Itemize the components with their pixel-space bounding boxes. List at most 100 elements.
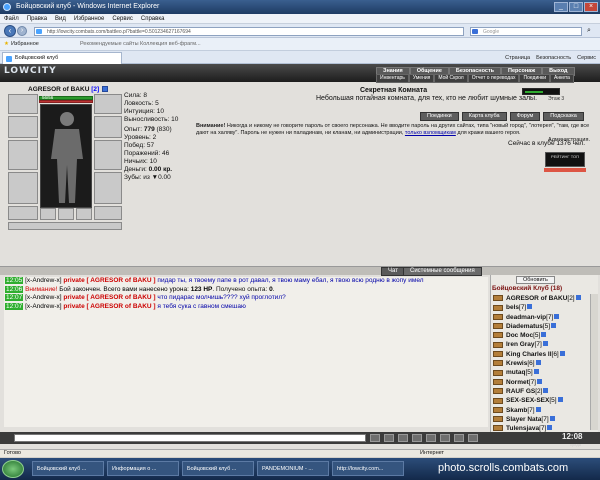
helmet-slot[interactable] xyxy=(8,94,38,114)
player-name[interactable]: Slayer Nata xyxy=(506,416,541,423)
earring-slot[interactable] xyxy=(8,116,38,138)
player-name[interactable]: bels xyxy=(506,304,519,311)
player-name[interactable]: mutaq xyxy=(506,369,526,376)
tab-chat[interactable]: Чат xyxy=(381,267,405,276)
weapon-slot[interactable] xyxy=(8,140,38,170)
tools-menu[interactable]: Сервис xyxy=(577,52,596,64)
sound-button[interactable] xyxy=(426,434,436,442)
player-list-item[interactable]: Slayer Nata[7] xyxy=(493,415,589,424)
forward-button[interactable]: › xyxy=(17,26,27,36)
exit-chat-button[interactable] xyxy=(468,434,478,442)
info-icon[interactable] xyxy=(101,86,108,93)
chat-time[interactable]: 12:05 xyxy=(5,277,24,284)
player-name[interactable]: SEX-SEX-SEX xyxy=(506,397,549,404)
gloves-slot[interactable] xyxy=(94,116,122,138)
chat-time[interactable]: 12:07 xyxy=(5,294,24,301)
page-menu[interactable]: Страница xyxy=(505,52,530,64)
subnav-profile[interactable]: Анкета xyxy=(549,74,574,83)
translit-button[interactable] xyxy=(440,434,450,442)
info-icon[interactable] xyxy=(554,313,560,319)
belt-slot[interactable] xyxy=(8,206,38,220)
belt-items-row[interactable] xyxy=(8,222,122,230)
forum-button[interactable]: Форум xyxy=(509,112,541,121)
player-list-item[interactable]: SEX-SEX-SEX[5] xyxy=(493,396,589,405)
player-list-item[interactable]: RAUF GS[2] xyxy=(493,387,589,396)
info-icon[interactable] xyxy=(533,369,539,375)
chat-time[interactable]: 12:06 xyxy=(5,285,24,293)
subnav-skills[interactable]: Умения xyxy=(408,74,435,83)
player-name[interactable]: Krewis xyxy=(506,360,527,367)
chat-input[interactable] xyxy=(14,434,366,442)
taskbar-item-3[interactable]: Бойцовский клуб ... xyxy=(182,461,254,476)
player-list-item[interactable]: AGRESOR of BAKU[2] xyxy=(493,294,589,303)
player-name[interactable]: Diadematus xyxy=(506,323,543,330)
player-list-item[interactable]: Skamb[7] xyxy=(493,406,589,415)
menu-edit[interactable]: Правка xyxy=(27,14,47,23)
start-button[interactable] xyxy=(2,460,24,478)
minimize-button[interactable]: _ xyxy=(554,2,568,12)
subnav-transfers[interactable]: Отчет о переводах xyxy=(467,74,520,83)
send-button[interactable] xyxy=(370,434,380,442)
info-icon[interactable] xyxy=(557,397,563,403)
safety-menu[interactable]: Безопасность xyxy=(536,52,571,64)
player-name[interactable]: RAUF GS xyxy=(506,388,535,395)
info-icon[interactable] xyxy=(559,350,565,356)
info-icon[interactable] xyxy=(543,387,549,393)
browser-tab[interactable]: Бойцовский клуб xyxy=(2,52,122,64)
player-name[interactable]: Iren Gray xyxy=(506,341,535,348)
pants-slot[interactable] xyxy=(94,172,122,204)
player-list-item[interactable]: Normet[7] xyxy=(493,378,589,387)
info-icon[interactable] xyxy=(535,360,541,366)
fights-button[interactable]: Поединки xyxy=(420,112,459,121)
rating-badge[interactable]: РЕЙТИНГ ТОП xyxy=(545,152,585,167)
smiles-button[interactable] xyxy=(398,434,408,442)
close-button[interactable]: × xyxy=(584,2,598,12)
info-icon[interactable] xyxy=(541,332,547,338)
taskbar-item-2[interactable]: Информация о ... xyxy=(107,461,179,476)
info-icon[interactable] xyxy=(535,406,541,412)
player-name[interactable]: Doc Moc xyxy=(506,332,533,339)
maximize-button[interactable]: □ xyxy=(569,2,583,12)
menu-help[interactable]: Справка xyxy=(141,14,165,23)
warning-link[interactable]: только взломщикам xyxy=(405,130,456,136)
filter-button[interactable] xyxy=(412,434,422,442)
clear-button[interactable] xyxy=(384,434,394,442)
chat-user[interactable]: [x-Andrew-x] xyxy=(25,303,61,310)
player-list-item[interactable]: Krewis[6] xyxy=(493,359,589,368)
subnav-fights[interactable]: Поединки xyxy=(519,74,550,83)
info-icon[interactable] xyxy=(542,341,548,347)
webslice-gallery-link[interactable]: Коллекция веб-фрагм... xyxy=(140,38,201,51)
player-list-item[interactable]: bels[7] xyxy=(493,303,589,312)
player-list-item[interactable]: King Charles II[6] xyxy=(493,350,589,359)
player-name[interactable]: Skamb xyxy=(506,407,527,414)
chat-private[interactable]: private [ AGRESOR of BAKU ] xyxy=(63,294,155,301)
ring-slot-2[interactable] xyxy=(58,208,74,220)
tab-system-messages[interactable]: Системные сообщения xyxy=(403,267,482,276)
character-name[interactable]: AGRESOR of BAKU [2] xyxy=(28,86,108,93)
subnav-inventory[interactable]: Инвентарь xyxy=(376,74,409,83)
refresh-button[interactable]: Обновить xyxy=(516,276,555,284)
boots-slot[interactable] xyxy=(94,206,122,220)
ring-slot-1[interactable] xyxy=(40,208,56,220)
menu-file[interactable]: Файл xyxy=(4,14,19,23)
chat-user[interactable]: [x-Andrew-x] xyxy=(25,294,61,301)
hint-button[interactable]: Подсказка xyxy=(543,112,584,121)
back-button[interactable]: ‹ xyxy=(4,25,16,37)
player-name[interactable]: King Charles II xyxy=(506,351,552,358)
taskbar-item-1[interactable]: Бойцовский клуб ... xyxy=(32,461,104,476)
info-icon[interactable] xyxy=(551,322,557,328)
search-input[interactable]: Google xyxy=(470,27,582,36)
settings-button[interactable] xyxy=(454,434,464,442)
amulet-slot[interactable] xyxy=(94,94,122,114)
address-input[interactable]: http://lowcity.combats.com/battleo.pl?ba… xyxy=(34,27,464,36)
shield-slot[interactable] xyxy=(94,140,122,170)
player-name[interactable]: AGRESOR of BAKU xyxy=(506,295,567,302)
player-list-item[interactable]: Doc Moc[5] xyxy=(493,331,589,340)
subnav-scroll[interactable]: Мой Скрол xyxy=(434,74,468,83)
search-icon[interactable]: ⌕ xyxy=(584,27,594,36)
chat-user[interactable]: [x-Andrew-x] xyxy=(25,277,61,284)
info-icon[interactable] xyxy=(527,304,533,310)
info-icon[interactable] xyxy=(549,415,555,421)
armor-slot[interactable] xyxy=(8,172,38,204)
info-icon[interactable] xyxy=(547,425,553,431)
